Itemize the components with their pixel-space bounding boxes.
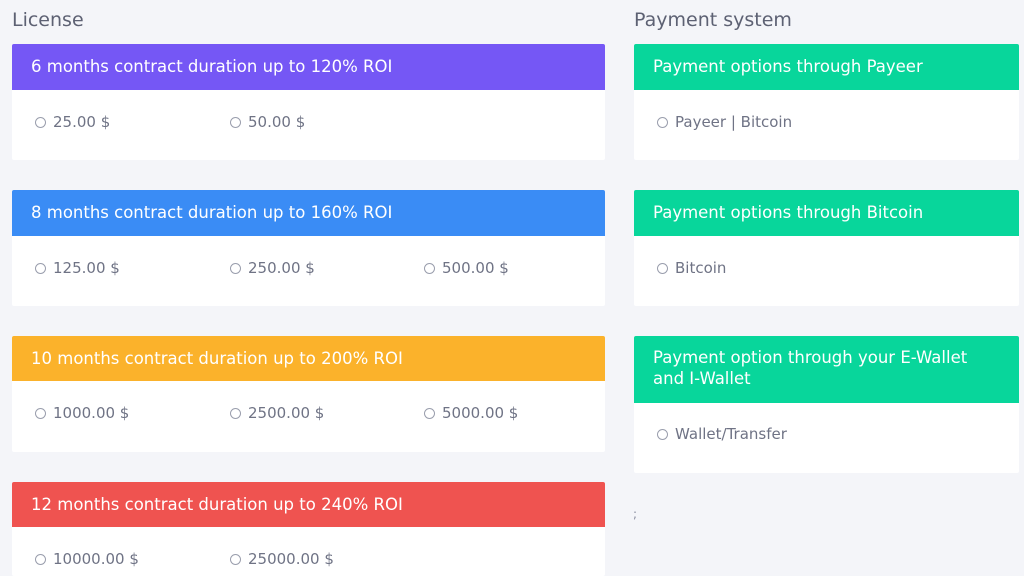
license-card-12-months: 12 months contract duration up to 240% R…: [12, 482, 605, 576]
payment-card-title: Payment option through your E-Wallet and…: [653, 348, 968, 388]
radio-button[interactable]: [35, 553, 46, 565]
payment-card-header: Payment options through Payeer: [634, 44, 1019, 90]
license-card-10-months: 10 months contract duration up to 200% R…: [12, 336, 605, 452]
license-option-label: 25.00 $: [53, 113, 111, 131]
license-option[interactable]: 5000.00 $: [424, 404, 518, 422]
radio-button[interactable]: [657, 428, 668, 440]
license-option-label: 2500.00 $: [248, 404, 325, 422]
payment-card-header: Payment options through Bitcoin: [634, 190, 1019, 236]
payment-option-label: Payeer | Bitcoin: [675, 113, 793, 131]
license-card-header: 8 months contract duration up to 160% RO…: [12, 190, 605, 236]
payment-option[interactable]: Wallet/Transfer: [657, 425, 787, 443]
payment-card-wallet: Payment option through your E-Wallet and…: [634, 336, 1019, 473]
license-option-label: 1000.00 $: [53, 404, 130, 422]
stray-semicolon-text: ;: [633, 507, 638, 521]
payment-option-label: Bitcoin: [675, 259, 727, 277]
license-option[interactable]: 2500.00 $: [230, 404, 324, 422]
license-card-title: 8 months contract duration up to 160% RO…: [31, 203, 393, 222]
license-option[interactable]: 125.00 $: [35, 259, 120, 277]
radio-button[interactable]: [424, 262, 435, 274]
license-option[interactable]: 250.00 $: [230, 259, 315, 277]
license-option[interactable]: 500.00 $: [424, 259, 509, 277]
radio-button[interactable]: [35, 116, 46, 128]
radio-button[interactable]: [230, 407, 241, 419]
payment-option[interactable]: Bitcoin: [657, 259, 726, 277]
radio-button[interactable]: [657, 262, 668, 274]
payment-option-label: Wallet/Transfer: [675, 425, 787, 443]
license-option-label: 50.00 $: [248, 113, 306, 131]
payment-card-header: Payment option through your E-Wallet and…: [634, 336, 1019, 403]
license-card-8-months: 8 months contract duration up to 160% RO…: [12, 190, 605, 306]
license-option-label: 25000.00 $: [248, 550, 334, 568]
license-card-header: 12 months contract duration up to 240% R…: [12, 482, 605, 527]
license-card-title: 12 months contract duration up to 240% R…: [31, 495, 403, 514]
radio-button[interactable]: [230, 262, 241, 274]
payment-section-title: Payment system: [634, 9, 792, 31]
payment-card-payeer: Payment options through Payeer Payeer | …: [634, 44, 1019, 160]
license-option-label: 10000.00 $: [53, 550, 139, 568]
license-option-label: 250.00 $: [248, 259, 315, 277]
license-card-header: 6 months contract duration up to 120% RO…: [12, 44, 605, 90]
license-option[interactable]: 50.00 $: [230, 113, 305, 131]
license-option[interactable]: 10000.00 $: [35, 550, 139, 568]
license-option-label: 5000.00 $: [442, 404, 519, 422]
license-option-label: 500.00 $: [442, 259, 509, 277]
radio-button[interactable]: [230, 116, 241, 128]
license-option[interactable]: 25.00 $: [35, 113, 110, 131]
payment-card-title: Payment options through Payeer: [653, 57, 923, 76]
license-section-title: License: [12, 9, 84, 31]
radio-button[interactable]: [230, 553, 241, 565]
payment-card-bitcoin: Payment options through Bitcoin Bitcoin: [634, 190, 1019, 306]
payment-option[interactable]: Payeer | Bitcoin: [657, 113, 792, 131]
license-option-label: 125.00 $: [53, 259, 120, 277]
radio-button[interactable]: [35, 407, 46, 419]
radio-button[interactable]: [657, 116, 668, 128]
license-card-title: 10 months contract duration up to 200% R…: [31, 349, 403, 368]
radio-button[interactable]: [424, 407, 435, 419]
license-card-header: 10 months contract duration up to 200% R…: [12, 336, 605, 381]
radio-button[interactable]: [35, 262, 46, 274]
license-option[interactable]: 1000.00 $: [35, 404, 129, 422]
license-card-title: 6 months contract duration up to 120% RO…: [31, 57, 393, 76]
license-option[interactable]: 25000.00 $: [230, 550, 334, 568]
payment-card-title: Payment options through Bitcoin: [653, 203, 924, 222]
license-card-6-months: 6 months contract duration up to 120% RO…: [12, 44, 605, 160]
